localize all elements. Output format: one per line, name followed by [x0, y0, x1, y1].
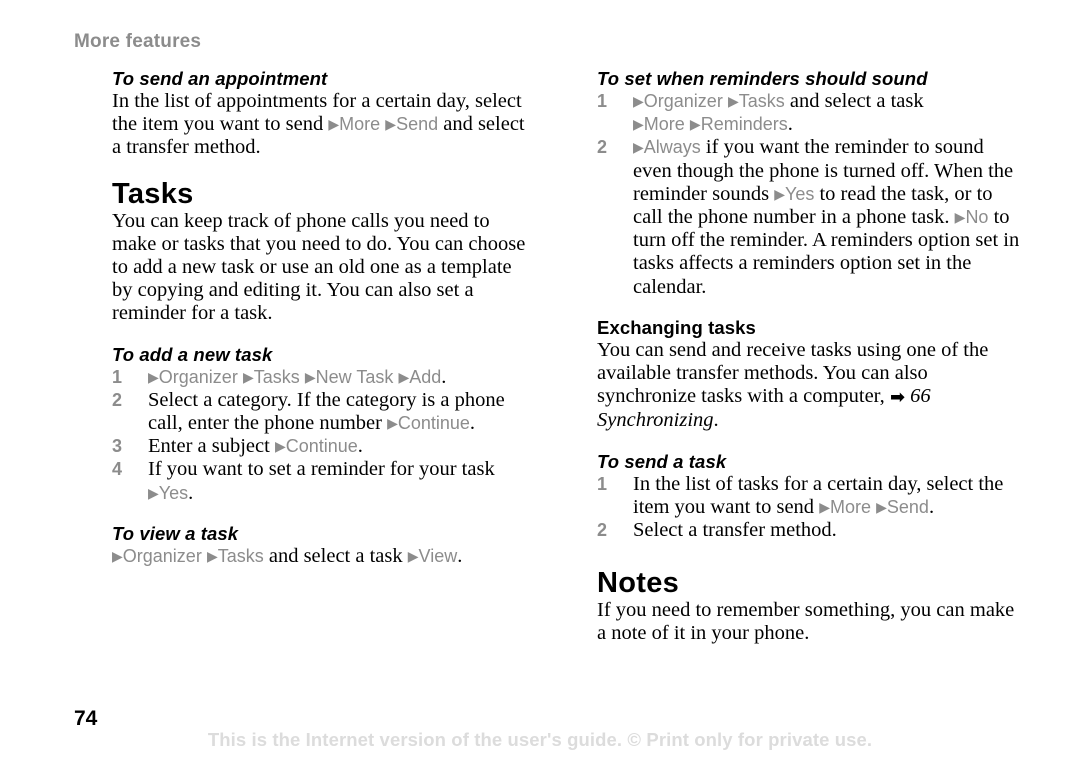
paragraph-notes-intro: If you need to remember something, you c… [597, 599, 1015, 645]
step-punctuation: . [457, 544, 463, 567]
command-continue: Continue [285, 436, 358, 457]
command-send: Send [396, 114, 439, 135]
triangle-icon: ▶ [242, 368, 254, 385]
command-organizer: Organizer [643, 91, 723, 111]
page-number: 74 [74, 707, 98, 730]
command-view: View [418, 545, 458, 566]
triangle-icon: ▶ [112, 547, 123, 564]
list-item: 2 Select a category. If the category is a… [112, 389, 536, 435]
command-new-task: New Task [315, 366, 394, 387]
command-organizer: Organizer [158, 366, 238, 387]
section-title-notes: Notes [597, 567, 680, 600]
triangle-icon: ▶ [407, 547, 419, 564]
step-number: 4 [112, 459, 123, 480]
list-item-view-task: ▶Organizer ▶Tasks and select a task ▶Vie… [112, 545, 536, 568]
triangle-icon: ▶ [148, 368, 159, 385]
list-item: 1 ▶Organizer ▶Tasks and select a task ▶Mo… [597, 90, 1025, 136]
command-send: Send [886, 496, 929, 517]
step-punctuation: . [441, 365, 447, 388]
heading-to-send-a-task: To send a task [597, 450, 727, 472]
paragraph-send-appointment: In the list of appointments for a certai… [112, 90, 536, 160]
triangle-icon: ▶ [148, 484, 159, 501]
step-text: and select a task [784, 90, 924, 112]
paragraph-tasks-intro: You can keep track of phone calls you ne… [112, 209, 526, 325]
triangle-icon: ▶ [633, 116, 644, 133]
heading-to-add-a-new-task: To add a new task [112, 343, 273, 365]
command-continue: Continue [397, 413, 470, 434]
step-number: 3 [112, 436, 123, 457]
step-punctuation: . [787, 113, 793, 136]
triangle-icon: ▶ [274, 438, 286, 455]
step-number: 1 [597, 473, 608, 494]
left-column: To send an appointment In the list of ap… [112, 68, 536, 568]
heading-to-view-a-task: To view a task [112, 522, 239, 544]
heading-to-set-when-reminders-should-sound: To set when reminders should sound [597, 68, 928, 89]
steps-reminders: 1 ▶Organizer ▶Tasks and select a task ▶Mo… [597, 90, 1025, 299]
triangle-icon: ▶ [206, 547, 218, 564]
step-number: 2 [597, 520, 608, 541]
command-yes: Yes [784, 183, 815, 204]
triangle-icon: ▶ [954, 209, 966, 226]
list-item: 2 ▶Always if you want the reminder to sou… [597, 136, 1025, 298]
triangle-icon: ▶ [633, 93, 644, 109]
command-always: Always [643, 137, 701, 158]
view-task-text: and select a task [263, 544, 408, 567]
heading-to-send-an-appointment: To send an appointment [112, 68, 328, 89]
step-text: Select a transfer method. [633, 519, 837, 542]
step-punctuation: . [357, 435, 363, 458]
triangle-icon: ▶ [689, 116, 701, 133]
step-text: Enter a subject [148, 435, 275, 458]
triangle-icon: ▶ [385, 116, 397, 133]
triangle-icon: ▶ [304, 368, 316, 385]
triangle-icon: ▶ [876, 498, 887, 515]
command-more: More [829, 496, 871, 517]
list-item: 3 Enter a subject ▶Continue. [112, 435, 536, 458]
step-punctuation: . [928, 495, 935, 518]
steps-send-a-task: 1 In the list of tasks for a certain day,… [597, 473, 1025, 543]
command-tasks: Tasks [253, 366, 300, 387]
command-more: More [643, 114, 685, 135]
command-no: No [965, 207, 989, 228]
command-add: Add [409, 366, 442, 387]
right-column: To set when reminders should sound 1 ▶Org… [597, 68, 1025, 646]
triangle-icon: ▶ [633, 139, 644, 156]
command-reminders: Reminders [700, 114, 788, 135]
step-number: 2 [112, 389, 123, 410]
command-tasks: Tasks [217, 545, 264, 566]
list-item: 4 If you want to set a reminder for your … [112, 458, 536, 504]
footer-watermark: This is the Internet version of the user… [207, 729, 873, 750]
steps-add-a-new-task: 1 ▶Organizer ▶Tasks ▶New Task ▶Add. 2 Sele… [112, 366, 536, 505]
step-punctuation: . [713, 409, 719, 432]
triangle-icon: ▶ [387, 415, 398, 432]
list-item: 1 ▶Organizer ▶Tasks ▶New Task ▶Add. [112, 366, 536, 389]
triangle-icon: ▶ [819, 498, 830, 515]
step-punctuation: . [188, 481, 194, 504]
cross-reference-arrow-icon: ➡ [889, 387, 906, 409]
running-header: More features [74, 31, 202, 52]
step-number: 2 [597, 137, 608, 158]
list-item: 2 Select a transfer method. [597, 519, 1025, 542]
step-text: If you want to set a reminder for your t… [148, 458, 495, 481]
triangle-icon: ▶ [774, 185, 785, 202]
triangle-icon: ▶ [727, 93, 739, 109]
command-tasks: Tasks [738, 91, 785, 111]
section-title-tasks: Tasks [112, 177, 194, 210]
triangle-icon: ▶ [328, 116, 340, 133]
heading-exchanging-tasks: Exchanging tasks [597, 316, 756, 338]
triangle-icon: ▶ [398, 368, 410, 385]
paragraph-exchanging-tasks: You can send and receive tasks using one… [597, 339, 1025, 433]
command-organizer: Organizer [122, 545, 202, 566]
list-item: 1 In the list of tasks for a certain day,… [597, 473, 1025, 519]
command-more: More [339, 114, 381, 135]
step-number: 1 [597, 91, 608, 111]
step-number: 1 [112, 366, 123, 387]
command-yes: Yes [158, 482, 189, 503]
step-punctuation: . [469, 412, 476, 435]
